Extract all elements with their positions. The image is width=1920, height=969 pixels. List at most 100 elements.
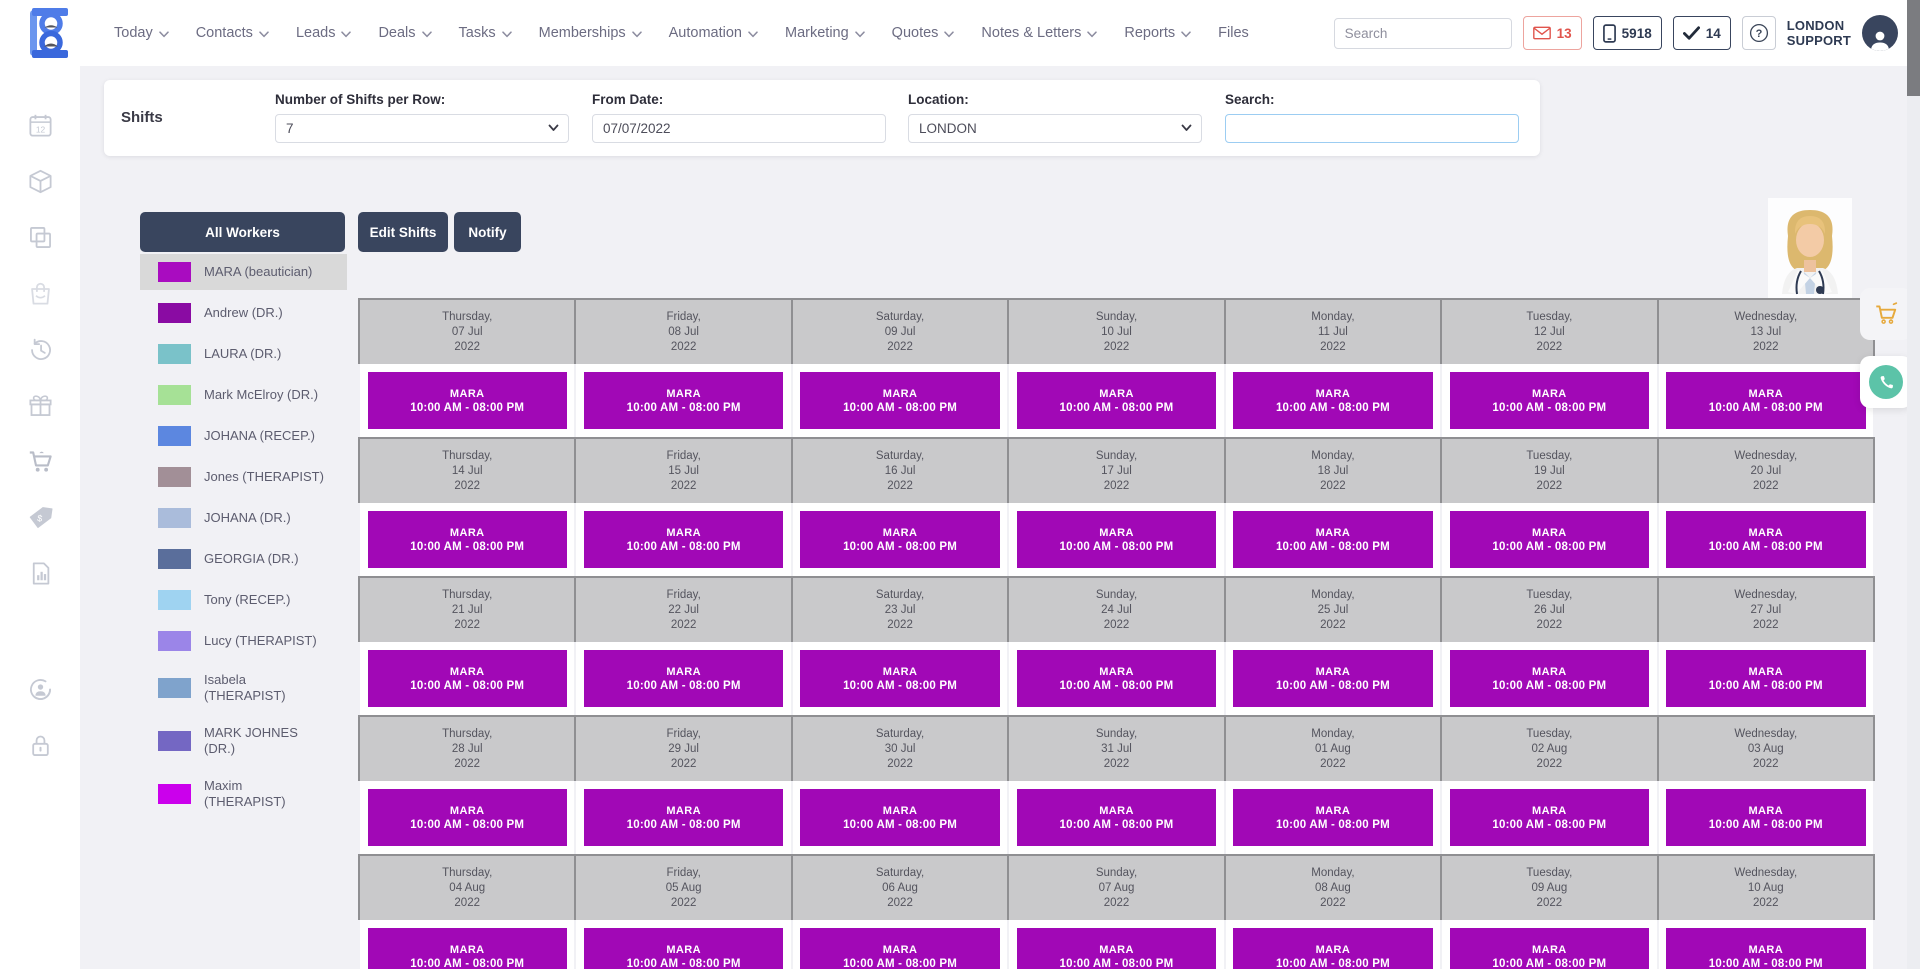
shift-block[interactable]: MARA10:00 AM - 08:00 PM (368, 789, 567, 846)
duplicate-icon[interactable] (27, 224, 54, 251)
worker-color-swatch (158, 426, 191, 446)
shift-block[interactable]: MARA10:00 AM - 08:00 PM (1233, 372, 1432, 429)
nav-item-leads[interactable]: Leads (296, 25, 352, 41)
shift-block[interactable]: MARA10:00 AM - 08:00 PM (1017, 928, 1216, 969)
shift-block[interactable]: MARA10:00 AM - 08:00 PM (1666, 789, 1865, 846)
notify-button[interactable]: Notify (454, 212, 521, 252)
account-icon[interactable] (27, 676, 54, 703)
filter-search-input[interactable] (1236, 121, 1508, 136)
worker-item[interactable]: Lucy (THERAPIST) (140, 623, 347, 659)
shift-block[interactable]: MARA10:00 AM - 08:00 PM (1233, 928, 1432, 969)
worker-item[interactable]: Jones (THERAPIST) (140, 459, 347, 495)
nav-item-files[interactable]: Files (1218, 25, 1249, 41)
shift-block[interactable]: MARA10:00 AM - 08:00 PM (800, 789, 999, 846)
shift-block[interactable]: MARA10:00 AM - 08:00 PM (1666, 511, 1865, 568)
shift-block[interactable]: MARA10:00 AM - 08:00 PM (584, 650, 783, 707)
shift-block[interactable]: MARA10:00 AM - 08:00 PM (1450, 928, 1649, 969)
edit-shifts-button[interactable]: Edit Shifts (358, 212, 448, 252)
gift-icon[interactable] (27, 392, 54, 419)
page-scrollbar[interactable] (1907, 0, 1920, 969)
floating-phone-button[interactable] (1860, 356, 1912, 408)
nav-item-deals[interactable]: Deals (378, 25, 431, 41)
worker-item[interactable]: MARK JOHNES (DR.) (140, 717, 347, 765)
nav-item-marketing[interactable]: Marketing (785, 25, 865, 41)
shift-block[interactable]: MARA10:00 AM - 08:00 PM (368, 928, 567, 969)
shift-block[interactable]: MARA10:00 AM - 08:00 PM (1017, 372, 1216, 429)
scrollbar-thumb[interactable] (1907, 0, 1920, 96)
all-workers-button[interactable]: All Workers (140, 212, 345, 252)
worker-item[interactable]: JOHANA (RECEP.) (140, 418, 347, 454)
worker-item[interactable]: Andrew (DR.) (140, 295, 347, 331)
shopping-bag-icon[interactable] (27, 280, 54, 307)
day-cell: MARA10:00 AM - 08:00 PM (1009, 642, 1223, 715)
shift-block[interactable]: MARA10:00 AM - 08:00 PM (584, 372, 783, 429)
nav-item-quotes[interactable]: Quotes (892, 25, 955, 41)
worker-color-swatch (158, 678, 191, 698)
tasks-badge[interactable]: 14 (1673, 16, 1731, 50)
report-icon[interactable] (27, 560, 54, 587)
shift-block[interactable]: MARA10:00 AM - 08:00 PM (800, 650, 999, 707)
svg-text:?: ? (1755, 28, 1762, 40)
shift-block[interactable]: MARA10:00 AM - 08:00 PM (1233, 789, 1432, 846)
from-date-field (592, 114, 886, 143)
worker-color-swatch (158, 549, 191, 569)
worker-item[interactable]: Isabela (THERAPIST) (140, 664, 347, 712)
smartphone-icon (1603, 24, 1616, 43)
shift-block[interactable]: MARA10:00 AM - 08:00 PM (1017, 511, 1216, 568)
worker-item[interactable]: LAURA (DR.) (140, 336, 347, 372)
shift-block[interactable]: MARA10:00 AM - 08:00 PM (584, 928, 783, 969)
calls-badge[interactable]: 5918 (1593, 16, 1662, 50)
nav-item-contacts[interactable]: Contacts (196, 25, 269, 41)
location-select[interactable]: LONDON (908, 114, 1202, 143)
shift-block[interactable]: MARA10:00 AM - 08:00 PM (368, 511, 567, 568)
app-logo-hourglass-icon[interactable] (28, 7, 72, 59)
nav-item-automation[interactable]: Automation (669, 25, 758, 41)
worker-item[interactable]: JOHANA (DR.) (140, 500, 347, 536)
calendar-icon[interactable]: 12 (27, 112, 54, 139)
shift-block[interactable]: MARA10:00 AM - 08:00 PM (1666, 372, 1865, 429)
shift-block[interactable]: MARA10:00 AM - 08:00 PM (584, 511, 783, 568)
shift-block[interactable]: MARA10:00 AM - 08:00 PM (1450, 789, 1649, 846)
cart-icon[interactable] (27, 448, 54, 475)
nav-item-label: Files (1218, 25, 1249, 41)
shift-block[interactable]: MARA10:00 AM - 08:00 PM (584, 789, 783, 846)
shift-block[interactable]: MARA10:00 AM - 08:00 PM (800, 372, 999, 429)
worker-item[interactable]: GEORGIA (DR.) (140, 541, 347, 577)
filter-search-field (1225, 114, 1519, 143)
worker-item[interactable]: Maxim (THERAPIST) (140, 770, 347, 818)
nav-item-label: Marketing (785, 25, 849, 41)
from-date-input[interactable] (603, 121, 875, 136)
shifts-per-row-select[interactable]: 7 (275, 114, 569, 143)
shift-block[interactable]: MARA10:00 AM - 08:00 PM (800, 511, 999, 568)
price-tag-icon[interactable]: $ (27, 504, 54, 531)
history-icon[interactable] (27, 336, 54, 363)
shift-block[interactable]: MARA10:00 AM - 08:00 PM (1017, 789, 1216, 846)
day-cell: MARA10:00 AM - 08:00 PM (1442, 503, 1656, 576)
global-search-input[interactable] (1335, 26, 1512, 41)
lock-icon[interactable] (27, 732, 54, 759)
shift-block[interactable]: MARA10:00 AM - 08:00 PM (800, 928, 999, 969)
shift-block[interactable]: MARA10:00 AM - 08:00 PM (1233, 511, 1432, 568)
shift-block[interactable]: MARA10:00 AM - 08:00 PM (1666, 928, 1865, 969)
floating-cart-button[interactable] (1860, 288, 1912, 340)
nav-item-today[interactable]: Today (114, 25, 169, 41)
worker-item[interactable]: MARA (beautician) (140, 254, 347, 290)
nav-item-memberships[interactable]: Memberships (539, 25, 642, 41)
shift-block[interactable]: MARA10:00 AM - 08:00 PM (1450, 372, 1649, 429)
help-button[interactable]: ? (1742, 16, 1776, 50)
nav-item-notes-letters[interactable]: Notes & Letters (981, 25, 1097, 41)
worker-item[interactable]: Mark McElroy (DR.) (140, 377, 347, 413)
nav-item-reports[interactable]: Reports (1124, 25, 1191, 41)
nav-item-tasks[interactable]: Tasks (459, 25, 512, 41)
shift-block[interactable]: MARA10:00 AM - 08:00 PM (1450, 650, 1649, 707)
package-icon[interactable] (27, 168, 54, 195)
shift-block[interactable]: MARA10:00 AM - 08:00 PM (1017, 650, 1216, 707)
shift-block[interactable]: MARA10:00 AM - 08:00 PM (368, 650, 567, 707)
shift-block[interactable]: MARA10:00 AM - 08:00 PM (368, 372, 567, 429)
shift-block[interactable]: MARA10:00 AM - 08:00 PM (1666, 650, 1865, 707)
user-avatar[interactable] (1862, 15, 1898, 51)
shift-block[interactable]: MARA10:00 AM - 08:00 PM (1233, 650, 1432, 707)
messages-badge[interactable]: 13 (1523, 16, 1582, 50)
shift-block[interactable]: MARA10:00 AM - 08:00 PM (1450, 511, 1649, 568)
worker-item[interactable]: Tony (RECEP.) (140, 582, 347, 618)
